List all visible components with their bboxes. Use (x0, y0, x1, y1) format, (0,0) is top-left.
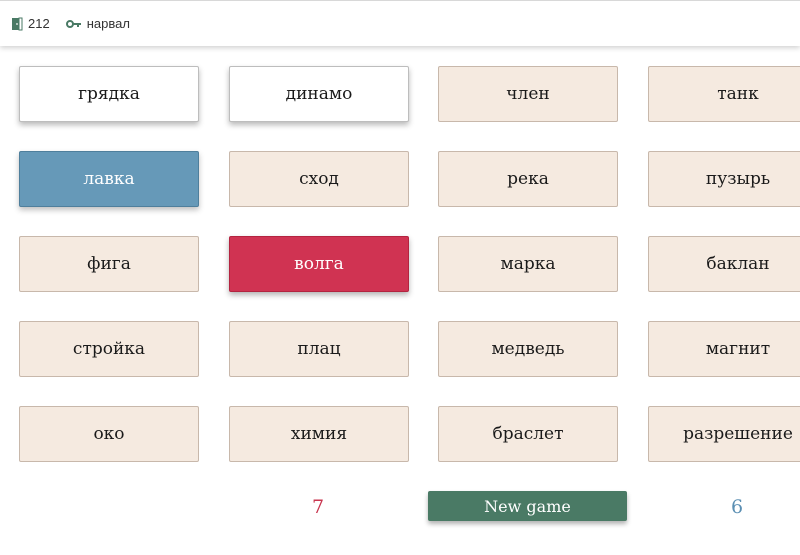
word-card[interactable]: стройка (19, 321, 199, 377)
word-card[interactable]: разрешение (648, 406, 800, 462)
blue-score: 6 (731, 496, 744, 518)
word-card[interactable]: танк (648, 66, 800, 122)
keyword-indicator: нарвал (65, 16, 130, 31)
key-icon (65, 19, 81, 28)
word-card[interactable]: река (438, 151, 618, 207)
word-card[interactable]: химия (229, 406, 409, 462)
top-bar: 212 нарвал (0, 0, 800, 46)
word-card[interactable]: плац (229, 321, 409, 377)
keyword: нарвал (86, 16, 130, 31)
word-card[interactable]: лавка (19, 151, 199, 207)
door-icon (12, 17, 23, 30)
word-card[interactable]: грядка (19, 66, 199, 122)
room-number: 212 (28, 16, 50, 31)
new-game-button[interactable]: New game (428, 491, 627, 521)
red-score: 7 (312, 496, 325, 518)
word-card[interactable]: сход (229, 151, 409, 207)
word-card[interactable]: марка (438, 236, 618, 292)
word-card[interactable]: фига (19, 236, 199, 292)
word-card[interactable]: баклан (648, 236, 800, 292)
word-card[interactable]: медведь (438, 321, 618, 377)
word-card[interactable]: око (19, 406, 199, 462)
word-card[interactable]: член (438, 66, 618, 122)
room-indicator: 212 (11, 16, 50, 31)
word-card[interactable]: динамо (229, 66, 409, 122)
word-card[interactable]: магнит (648, 321, 800, 377)
word-card[interactable]: волга (229, 236, 409, 292)
word-card[interactable]: браслет (438, 406, 618, 462)
word-card[interactable]: пузырь (648, 151, 800, 207)
